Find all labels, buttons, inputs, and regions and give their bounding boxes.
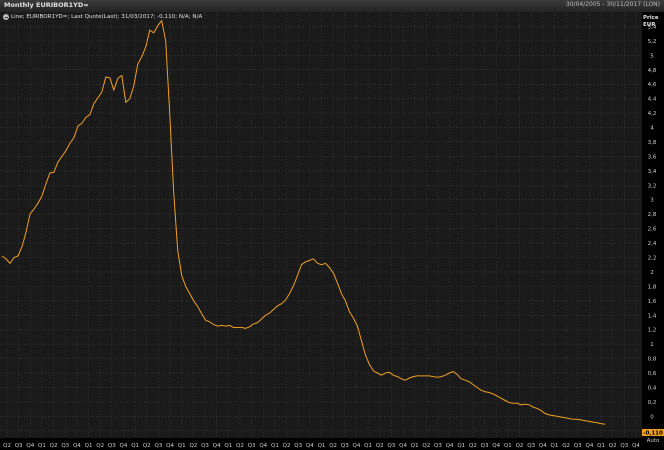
y-tick-label: 3,4	[648, 169, 657, 175]
y-tick-label: 1	[650, 342, 654, 348]
x-tick-label: Q4	[306, 443, 314, 449]
x-tick-label: Q4	[585, 443, 593, 449]
x-tick-label: Q3	[574, 443, 582, 449]
y-tick-label: 1,2	[648, 328, 657, 334]
x-tick-label: Q2	[96, 443, 104, 449]
y-tick-label: 0	[650, 414, 654, 420]
x-tick-label: Q1	[131, 443, 139, 449]
x-tick-label: Q4	[353, 443, 361, 449]
x-tick-label: Q1	[318, 443, 326, 449]
x-tick-label: Q2	[3, 443, 11, 449]
y-tick-label: 4,2	[648, 111, 657, 117]
x-tick-label: Q2	[329, 443, 337, 449]
x-tick-label: Q1	[457, 443, 465, 449]
axis-header-price: Price	[643, 15, 659, 21]
x-tick-label: Q2	[609, 443, 617, 449]
y-tick-label: 4	[650, 126, 654, 132]
auto-scale-label[interactable]: Auto	[647, 438, 660, 444]
x-tick-label: Q4	[166, 443, 174, 449]
x-tick-label: Q2	[236, 443, 244, 449]
y-tick-label: 3,2	[648, 183, 657, 189]
x-tick-label: Q4	[492, 443, 500, 449]
y-tick-label: 1,4	[648, 313, 657, 319]
x-tick-label: Q3	[481, 443, 489, 449]
x-tick-label: Q1	[224, 443, 232, 449]
y-tick-label: 2,6	[648, 227, 657, 233]
series-legend[interactable]: Line; EURIBOR1YD=; Last Quote(Last); 31/…	[3, 14, 202, 20]
x-tick-label: Q1	[271, 443, 279, 449]
x-tick-label: Q3	[620, 443, 628, 449]
y-tick-label: 1,8	[648, 284, 657, 290]
y-tick-label: 2,4	[648, 241, 657, 247]
x-tick-label: Q1	[597, 443, 605, 449]
x-tick-label: Q1	[551, 443, 559, 449]
x-tick-label: Q3	[341, 443, 349, 449]
x-tick-label: Q4	[73, 443, 81, 449]
y-tick-label: 3	[650, 198, 654, 204]
x-tick-label: Q3	[155, 443, 163, 449]
x-tick-label: Q4	[539, 443, 547, 449]
x-tick-label: Q2	[376, 443, 384, 449]
x-tick-label: Q4	[399, 443, 407, 449]
y-tick-label: 5,2	[648, 39, 657, 45]
y-tick-label: 0,6	[648, 371, 657, 377]
last-value-badge: -0,110	[642, 429, 664, 437]
x-tick-label: Q2	[143, 443, 151, 449]
x-tick-label: Q2	[516, 443, 524, 449]
x-tick-label: Q2	[469, 443, 477, 449]
last-value-text: -0,110	[643, 431, 663, 437]
x-tick-label: Q1	[504, 443, 512, 449]
x-tick-label: Q3	[108, 443, 116, 449]
x-tick-label: Q3	[527, 443, 535, 449]
x-tick-label: Q3	[387, 443, 395, 449]
x-tick-label: Q3	[201, 443, 209, 449]
x-tick-label: Q3	[434, 443, 442, 449]
y-tick-label: 1,6	[648, 299, 657, 305]
settings-dial-icon[interactable]	[3, 14, 9, 20]
x-tick-label: Q4	[120, 443, 128, 449]
y-tick-label: 0,8	[648, 357, 657, 363]
y-tick-label: 2,8	[648, 212, 657, 218]
y-tick-label: 0,4	[648, 385, 657, 391]
x-tick-label: Q3	[248, 443, 256, 449]
x-tick-label: Q4	[259, 443, 267, 449]
x-tick-label: Q4	[632, 443, 640, 449]
x-tick-label: Q4	[213, 443, 221, 449]
y-tick-label: 3,8	[648, 140, 657, 146]
x-tick-label: Q2	[189, 443, 197, 449]
x-tick-label: Q3	[61, 443, 69, 449]
x-tick-label: Q1	[364, 443, 372, 449]
x-tick-label: Q2	[422, 443, 430, 449]
axis-header-currency: EUR	[643, 22, 656, 28]
y-tick-label: 3,6	[648, 154, 657, 160]
x-tick-label: Q3	[294, 443, 302, 449]
y-tick-label: 2	[650, 270, 654, 276]
x-tick-label: Q1	[178, 443, 186, 449]
x-tick-label: Q4	[26, 443, 34, 449]
x-tick-label: Q1	[38, 443, 46, 449]
y-tick-label: 4,8	[648, 68, 657, 74]
x-tick-label: Q2	[562, 443, 570, 449]
euribor-series-line	[1, 19, 606, 425]
x-tick-label: Q1	[411, 443, 419, 449]
y-tick-label: 0,2	[648, 400, 657, 406]
y-tick-label: 4,6	[648, 82, 657, 88]
y-tick-label: 5	[650, 53, 654, 59]
x-tick-label: Q2	[50, 443, 58, 449]
x-tick-label: Q4	[446, 443, 454, 449]
y-tick-label: 2,2	[648, 255, 657, 261]
line-chart: -0,200,20,40,60,811,21,41,61,822,22,42,6…	[0, 12, 664, 449]
x-tick-label: Q2	[283, 443, 291, 449]
x-tick-label: Q3	[15, 443, 23, 449]
legend-text: Line; EURIBOR1YD=; Last Quote(Last); 31/…	[11, 14, 203, 20]
x-tick-label: Q1	[85, 443, 93, 449]
y-tick-label: 4,4	[648, 97, 657, 103]
